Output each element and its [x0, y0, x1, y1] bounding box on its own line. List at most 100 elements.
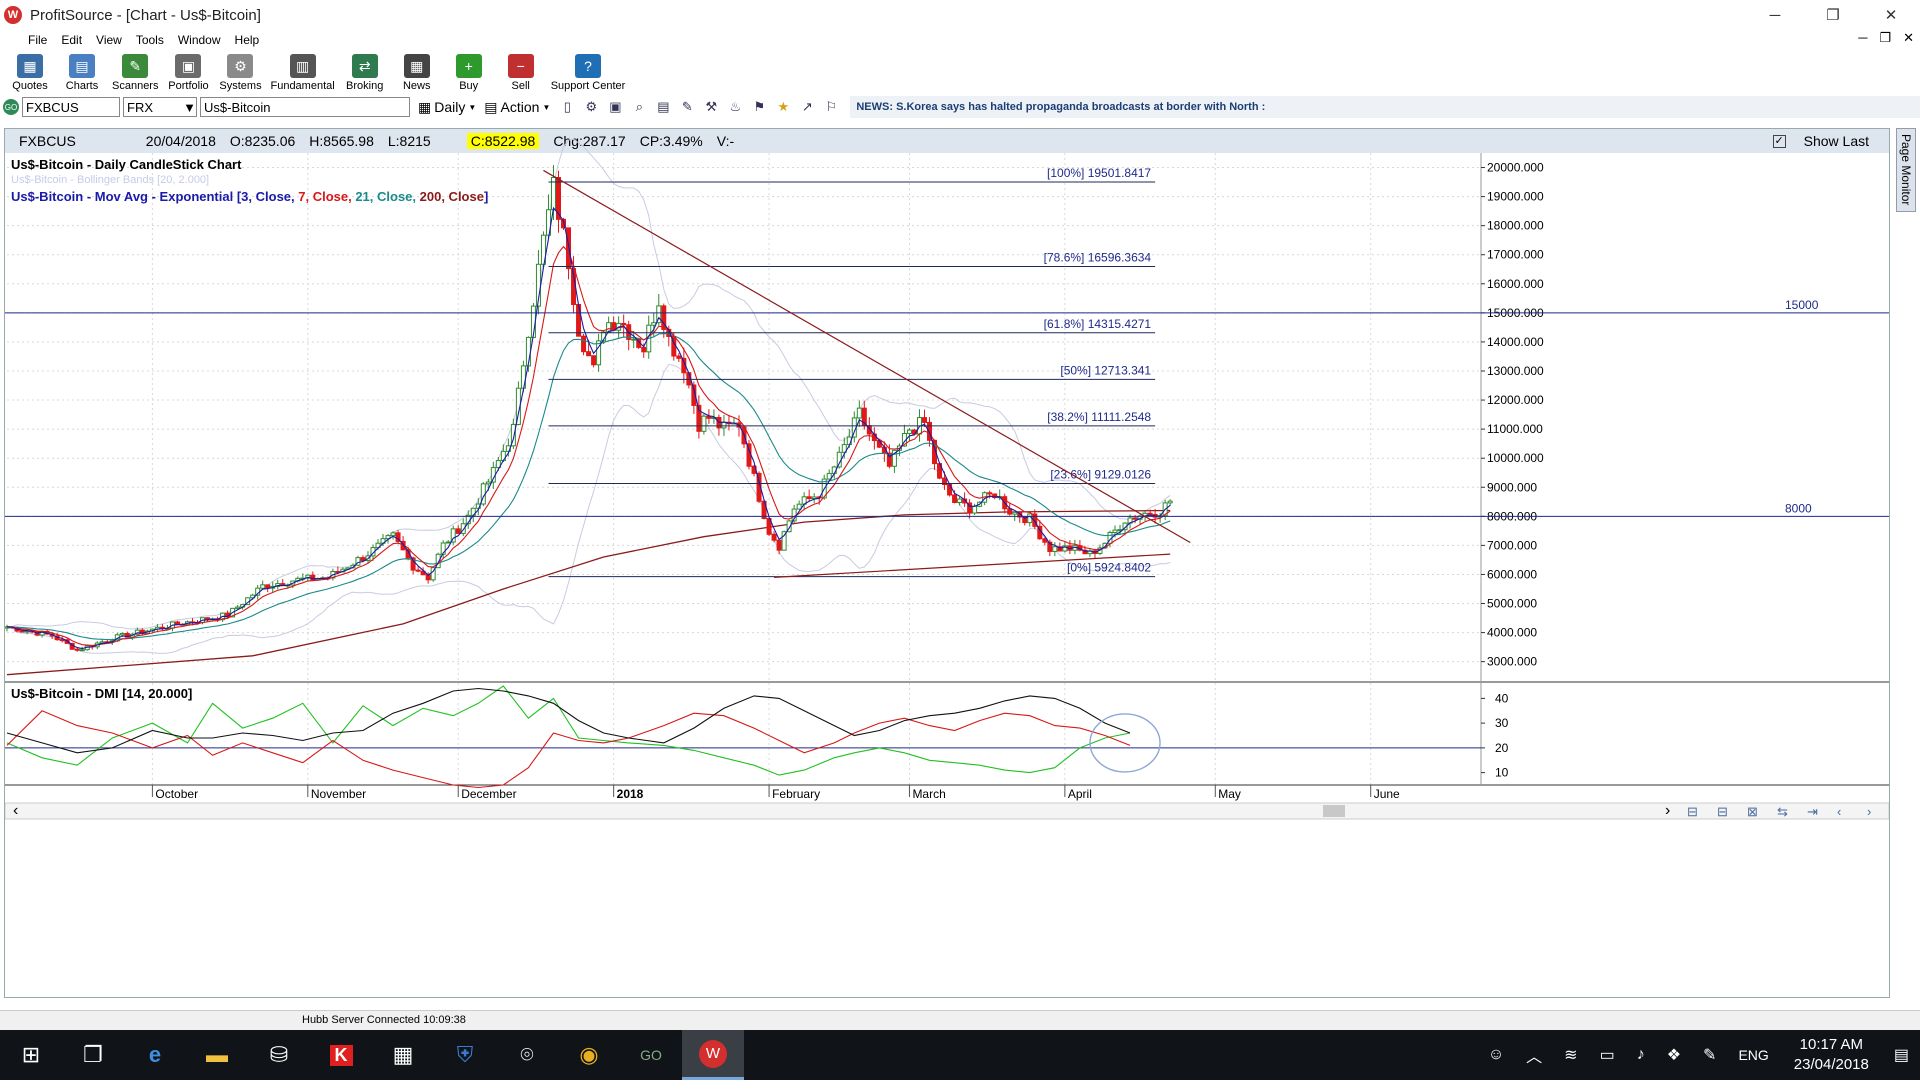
security-shield-icon[interactable]: ⛨ — [434, 1030, 496, 1080]
candle-body — [19, 630, 25, 633]
action-dropdown[interactable]: ▤ Action ▼ — [484, 99, 550, 116]
layout-icon[interactable]: ▤ — [654, 98, 672, 116]
y-tick-label: 12000.000 — [1487, 393, 1544, 407]
child-close-button[interactable]: ✕ — [1903, 30, 1914, 46]
child-restore-button[interactable]: ❐ — [1879, 30, 1891, 46]
menu-file[interactable]: File — [28, 33, 47, 47]
wifi-icon[interactable]: ≋ — [1564, 1045, 1577, 1065]
menu-tools[interactable]: Tools — [136, 33, 164, 47]
edge-browser-icon[interactable]: e — [124, 1030, 186, 1080]
profitsource-taskbar-icon[interactable]: W — [682, 1030, 744, 1080]
menu-help[interactable]: Help — [235, 33, 260, 47]
candle-body — [119, 633, 125, 636]
notifications-icon[interactable]: ▤ — [1894, 1045, 1909, 1065]
dropbox-icon[interactable]: ❖ — [1667, 1045, 1681, 1065]
security-name-input[interactable] — [200, 97, 410, 117]
quotes-button[interactable]: ▦ Quotes — [8, 54, 52, 92]
chevron-up-icon[interactable]: ︿ — [1526, 1043, 1542, 1067]
toolbar-label: Portfolio — [168, 80, 209, 92]
child-minimize-button[interactable]: ─ — [1858, 30, 1867, 46]
chart-tools: ▯ ⚙ ▣ ⌕ ▤ ✎ ⚒ ♨ ⚑ ★ ↗ ⚐ — [558, 98, 840, 116]
candle-body — [952, 494, 958, 503]
candle-body — [957, 498, 963, 503]
chart-title: Us$-Bitcoin - Daily CandleStick Chart — [11, 157, 242, 172]
toolbar-label: Scanners — [112, 80, 159, 92]
people-icon[interactable]: ☺ — [1488, 1046, 1504, 1064]
minimize-button[interactable]: ─ — [1746, 0, 1804, 30]
ma-legend-series: 3, Close, — [241, 189, 298, 204]
pen-icon[interactable]: ✎ — [1703, 1045, 1716, 1065]
ma-legend-series: 7, Close, — [298, 189, 355, 204]
chart-canvas[interactable]: 20000.000 19000.000 18000.000 17000.000 1600… — [5, 129, 1889, 997]
calculator-icon[interactable]: ▦ — [372, 1030, 434, 1080]
y-tick-label: 11000.000 — [1487, 422, 1543, 436]
restore-button[interactable]: ❐ — [1804, 0, 1862, 30]
y-tick-label: 4000.000 — [1487, 626, 1537, 640]
clock[interactable]: 10:17 AM 23/04/2018 — [1794, 1035, 1869, 1075]
sell-button[interactable]: − Sell — [499, 54, 543, 92]
portfolio-button[interactable]: ▣ Portfolio — [166, 54, 210, 92]
volume-icon[interactable]: ♪ — [1637, 1046, 1645, 1064]
go-icon[interactable]: GO — [3, 99, 19, 115]
main-toolbar: ▦ Quotes ▤ Charts ✎ Scanners ▣ Portfolio ⚙ System… — [0, 50, 1920, 92]
dmi-title: Us$-Bitcoin - DMI [14, 20.000] — [11, 686, 192, 701]
menu-view[interactable]: View — [96, 33, 122, 47]
systems-button[interactable]: ⚙ Systems — [218, 54, 262, 92]
windows-start-icon[interactable]: ⊞ — [0, 1030, 62, 1080]
candle-body — [1147, 512, 1153, 515]
exchange-select[interactable]: FRX ▼ — [123, 97, 197, 117]
file-explorer-icon[interactable]: ▬ — [186, 1030, 248, 1080]
symbol-code-input[interactable] — [22, 97, 120, 117]
gear-icon[interactable]: ⚙ — [582, 98, 600, 116]
menu-edit[interactable]: Edit — [61, 33, 82, 47]
exchange-value: FRX — [127, 99, 153, 115]
toolbar-label: Fundamental — [270, 80, 335, 92]
dmi-tick-label: 30 — [1495, 716, 1509, 730]
horizontal-scrollbar — [5, 802, 1889, 820]
store-icon[interactable]: ⛁ — [248, 1030, 310, 1080]
signal-icon[interactable]: ↗ — [798, 98, 816, 116]
star-icon[interactable]: ★ — [774, 98, 792, 116]
fundamental-button[interactable]: ▥ Fundamental — [270, 54, 335, 92]
support-center-button[interactable]: ? Support Center — [551, 54, 625, 92]
menu-window[interactable]: Window — [178, 33, 221, 47]
news-ticker[interactable]: NEWS: S.Korea says has halted propaganda… — [850, 96, 1920, 118]
candle-body — [771, 533, 777, 541]
task-view-icon[interactable]: ❐ — [62, 1030, 124, 1080]
app-go-icon[interactable]: GO — [620, 1030, 682, 1080]
charts-button[interactable]: ▤ Charts — [60, 54, 104, 92]
news-button[interactable]: ▦ News — [395, 54, 439, 92]
scanners-button[interactable]: ✎ Scanners — [112, 54, 158, 92]
level-label: 15000 — [1785, 298, 1819, 312]
candle-body — [79, 649, 85, 652]
ma-legend-series: 200, Close — [420, 189, 484, 204]
charts-icon: ▤ — [69, 54, 95, 78]
camera-icon[interactable]: ⌾ — [496, 1030, 558, 1080]
chart-nav-icon: ⊟ — [1687, 804, 1698, 819]
buy-button[interactable]: + Buy — [447, 54, 491, 92]
candle-body — [856, 407, 862, 419]
period-dropdown[interactable]: ▦ Daily ▼ — [418, 99, 476, 116]
language-indicator[interactable]: ENG — [1738, 1047, 1768, 1063]
battery-icon[interactable]: ▭ — [1600, 1045, 1615, 1065]
page-monitor-tab[interactable]: Page Monitor — [1896, 128, 1916, 212]
candle-body — [591, 355, 597, 366]
chrome-icon[interactable]: ◉ — [558, 1030, 620, 1080]
page-icon[interactable]: ▯ — [558, 98, 576, 116]
candle-body — [1052, 546, 1058, 552]
candle-body — [972, 505, 978, 514]
alert-icon[interactable]: ⚐ — [822, 98, 840, 116]
close-button[interactable]: ✕ — [1862, 0, 1920, 30]
candle-body — [776, 539, 782, 551]
candle-body — [1112, 529, 1118, 533]
broking-button[interactable]: ⇄ Broking — [343, 54, 387, 92]
candle-body — [921, 417, 927, 423]
tools-icon[interactable]: ⚑ — [750, 98, 768, 116]
hammer-icon[interactable]: ⚒ — [702, 98, 720, 116]
draw-icon[interactable]: ✎ — [678, 98, 696, 116]
kaspersky-icon[interactable]: K — [310, 1030, 372, 1080]
magnify-icon[interactable]: ⌕ — [630, 98, 648, 116]
save-icon[interactable]: ▣ — [606, 98, 624, 116]
lightbulb-icon[interactable]: ♨ — [726, 98, 744, 116]
menu-bar: File Edit View Tools Window Help — [0, 30, 1920, 50]
